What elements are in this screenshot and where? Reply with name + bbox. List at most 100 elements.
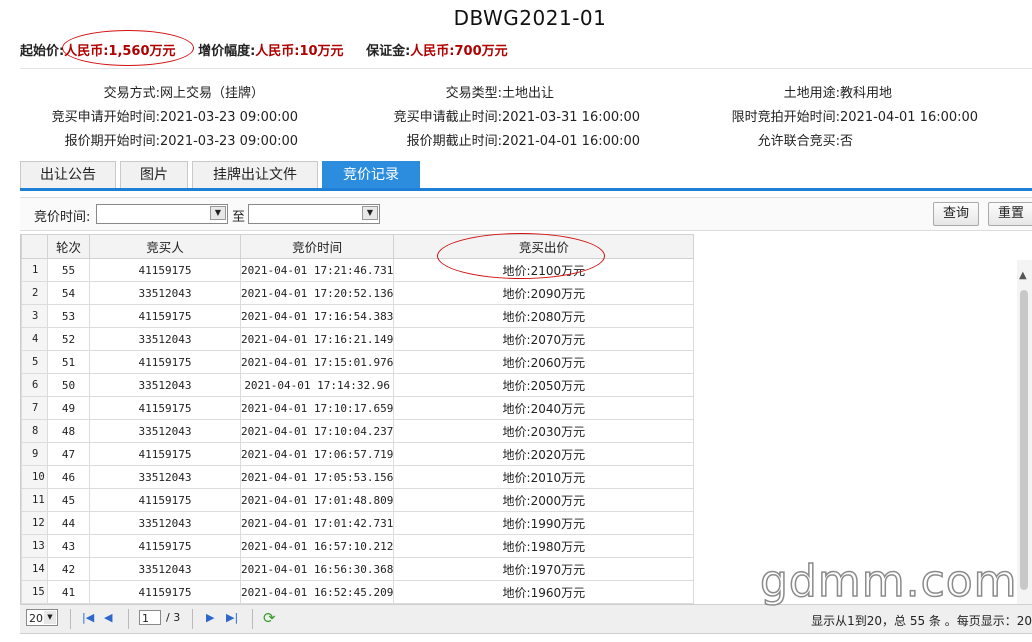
bid-price-cell: 地价:1960万元 (393, 580, 695, 604)
bid-time-cell: 2021-04-01 17:15:01.976 (239, 350, 395, 374)
land-use-label: 土地用途: (783, 86, 840, 101)
row-number-cell: 7 (21, 396, 48, 420)
quote-start-value: 2021-03-23 09:00:00 (160, 134, 299, 149)
table-row[interactable]: 14 42 33512043 2021-04-01 16:56:30.368 地价:19… (21, 557, 695, 581)
divider (20, 68, 1032, 69)
table-row[interactable]: 5 51 41159175 2021-04-01 17:15:01.976 地价:206… (21, 350, 695, 374)
separator (252, 609, 253, 629)
query-button[interactable]: 查询 (933, 202, 979, 226)
bid-start-label: 限时竞拍开始时间: (731, 110, 840, 125)
first-page-icon[interactable]: |◀ (82, 611, 94, 624)
bidder-cell: 41159175 (89, 304, 241, 328)
increment-label: 增价幅度: (198, 44, 256, 59)
row-number-cell: 12 (21, 511, 48, 535)
scrollbar-thumb[interactable] (1020, 290, 1028, 590)
tab-listing-documents[interactable]: 挂牌出让文件 (192, 161, 318, 188)
table-row[interactable]: 11 45 41159175 2021-04-01 17:01:48.809 地价:20… (21, 488, 695, 512)
bid-start-row: 限时竞拍开始时间:2021-04-01 16:00:00 (680, 106, 978, 125)
bid-time-from-select[interactable]: ▼ (96, 204, 228, 224)
bidder-cell: 33512043 (89, 373, 241, 397)
trade-type-label: 交易类型: (445, 86, 502, 101)
pagination-bar: 20 ▼ |◀ ◀ 1 / 3 ▶ ▶| ⟳ 显示从1到20，总 55 条 。每页… (20, 604, 1032, 634)
tab-bar: 出让公告 图片 挂牌出让文件 竞价记录 (20, 161, 1032, 191)
row-number-cell: 2 (21, 281, 48, 305)
table-row[interactable]: 8 48 33512043 2021-04-01 17:10:04.237 地价:203… (21, 419, 695, 443)
apply-end-value: 2021-03-31 16:00:00 (502, 110, 641, 125)
apply-start-row: 竞买申请开始时间:2021-03-23 09:00:00 (0, 106, 298, 125)
table-row[interactable]: 4 52 33512043 2021-04-01 17:16:21.149 地价:207… (21, 327, 695, 351)
next-page-icon[interactable]: ▶ (206, 611, 214, 624)
dropdown-arrow-icon[interactable]: ▼ (44, 611, 56, 624)
bid-records-grid: 轮次 竞买人 竞价时间 竞买出价 1 55 41159175 2021-04-01 1… (20, 234, 1032, 604)
bid-price-cell: 地价:2010万元 (393, 465, 695, 489)
round-cell: 46 (47, 465, 90, 489)
tab-images[interactable]: 图片 (120, 161, 188, 188)
current-page-input[interactable]: 1 (139, 610, 161, 625)
table-row[interactable]: 13 43 41159175 2021-04-01 16:57:10.212 地价:19… (21, 534, 695, 558)
table-row[interactable]: 9 47 41159175 2021-04-01 17:06:57.719 地价:202… (21, 442, 695, 466)
pagination-summary: 显示从1到20，总 55 条 。每页显示：20 (811, 614, 1032, 628)
dropdown-arrow-icon[interactable]: ▼ (210, 206, 226, 220)
bid-price-cell: 地价:2090万元 (393, 281, 695, 305)
trade-mode-value: 网上交易（挂牌） (160, 86, 265, 101)
bid-time-cell: 2021-04-01 17:05:53.156 (239, 465, 395, 489)
bidder-cell: 41159175 (89, 350, 241, 374)
joint-bid-label: 允许联合竞买: (757, 134, 840, 149)
last-page-icon[interactable]: ▶| (226, 611, 238, 624)
bid-price-cell: 地价:2030万元 (393, 419, 695, 443)
bidder-header[interactable]: 竞买人 (89, 234, 241, 259)
trade-mode-row: 交易方式:网上交易（挂牌） (0, 82, 264, 101)
row-number-cell: 8 (21, 419, 48, 443)
prev-page-icon[interactable]: ◀ (104, 611, 112, 624)
row-number-cell: 14 (21, 557, 48, 581)
round-cell: 55 (47, 258, 90, 282)
deposit-value: 人民币:700万元 (410, 44, 508, 59)
bidder-cell: 33512043 (89, 465, 241, 489)
bid-time-cell: 2021-04-01 17:06:57.719 (239, 442, 395, 466)
vertical-scrollbar[interactable]: ▲ (1017, 260, 1032, 604)
bid-price-cell: 地价:2020万元 (393, 442, 695, 466)
bid-time-cell: 2021-04-01 17:01:48.809 (239, 488, 395, 512)
bid-time-cell: 2021-04-01 17:16:54.383 (239, 304, 395, 328)
bid-time-header[interactable]: 竞价时间 (239, 234, 395, 259)
bidder-cell: 41159175 (89, 488, 241, 512)
increment-value: 人民币:10万元 (255, 44, 344, 59)
dropdown-arrow-icon[interactable]: ▼ (362, 206, 378, 220)
total-pages-text: / 3 (166, 611, 181, 624)
table-row[interactable]: 7 49 41159175 2021-04-01 17:10:17.659 地价:204… (21, 396, 695, 420)
separator (128, 609, 129, 629)
bid-price-cell: 地价:2000万元 (393, 488, 695, 512)
trade-type-value: 土地出让 (502, 86, 555, 101)
joint-bid-value: 否 (840, 134, 854, 149)
separator (192, 609, 193, 629)
table-row[interactable]: 10 46 33512043 2021-04-01 17:05:53.156 地价:20… (21, 465, 695, 489)
bidder-cell: 33512043 (89, 419, 241, 443)
watermark-text: gdmm.com (759, 555, 1018, 608)
bid-time-to-select[interactable]: ▼ (248, 204, 380, 224)
table-row[interactable]: 6 50 33512043 2021-04-01 17:14:32.96 地价:2050… (21, 373, 695, 397)
land-use-value: 教科用地 (840, 86, 893, 101)
bid-start-value: 2021-04-01 16:00:00 (840, 110, 979, 125)
round-cell: 43 (47, 534, 90, 558)
bidder-cell: 33512043 (89, 557, 241, 581)
to-label: 至 (232, 210, 246, 225)
table-row[interactable]: 2 54 33512043 2021-04-01 17:20:52.136 地价:209… (21, 281, 695, 305)
reset-button[interactable]: 重置 (988, 202, 1032, 226)
table-row[interactable]: 15 41 41159175 2021-04-01 16:52:45.209 地价:19… (21, 580, 695, 604)
bid-time-cell: 2021-04-01 17:01:42.731 (239, 511, 395, 535)
row-number-cell: 15 (21, 580, 48, 604)
round-header[interactable]: 轮次 (47, 234, 90, 259)
tab-bid-records[interactable]: 竞价记录 (322, 161, 420, 188)
round-cell: 54 (47, 281, 90, 305)
table-row[interactable]: 3 53 41159175 2021-04-01 17:16:54.383 地价:208… (21, 304, 695, 328)
refresh-icon[interactable]: ⟳ (263, 609, 276, 627)
table-row[interactable]: 12 44 33512043 2021-04-01 17:01:42.731 地价:19… (21, 511, 695, 535)
scroll-up-icon[interactable]: ▲ (1019, 270, 1027, 281)
page-size-select[interactable]: 20 ▼ (26, 609, 58, 626)
bid-price-cell: 地价:2050万元 (393, 373, 695, 397)
bidder-cell: 41159175 (89, 580, 241, 604)
start-price-label: 起始价: (20, 44, 65, 59)
row-number-cell: 9 (21, 442, 48, 466)
round-cell: 50 (47, 373, 90, 397)
tab-announcement[interactable]: 出让公告 (20, 161, 116, 188)
